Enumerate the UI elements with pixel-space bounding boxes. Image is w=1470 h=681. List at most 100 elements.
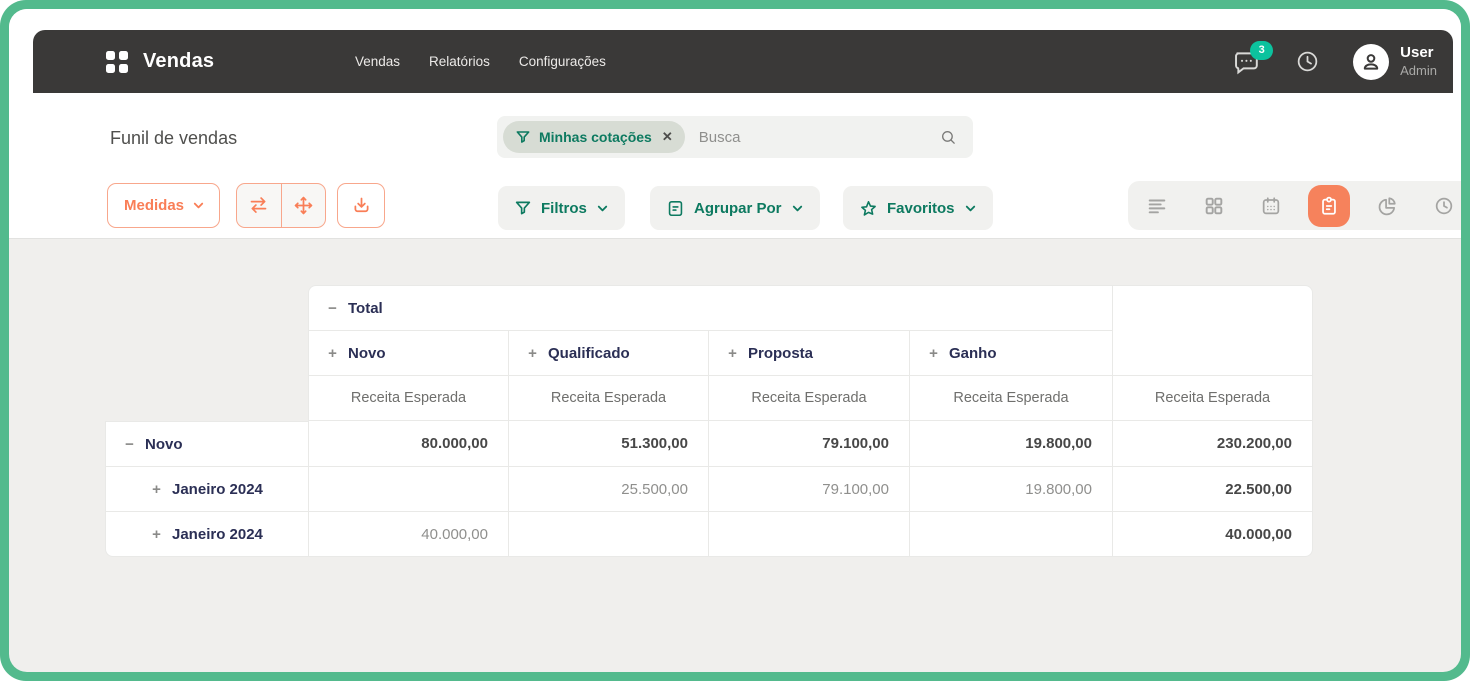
filters-button-label: Filtros [541, 200, 587, 217]
col-header-label: Novo [348, 345, 386, 362]
row-header-label: Janeiro 2024 [172, 481, 263, 498]
pivot-col-header-novo[interactable]: + Novo [308, 331, 508, 376]
pivot-view-icon [1318, 195, 1340, 217]
flip-axes-button[interactable] [237, 184, 282, 227]
measure-header: Receita Esperada [308, 376, 508, 421]
user-role: Admin [1400, 63, 1437, 79]
group-document-icon [666, 199, 685, 218]
pivot-cell: 79.100,00 [708, 421, 909, 467]
pivot-cell: 25.500,00 [508, 467, 708, 512]
search-icon[interactable] [940, 129, 957, 146]
menu-item-vendas[interactable]: Vendas [355, 54, 400, 69]
view-pivot-button[interactable] [1308, 185, 1350, 227]
user-menu[interactable]: User Admin [1353, 44, 1437, 80]
view-calendar-button[interactable] [1260, 195, 1282, 217]
pivot-row-header-janeiro-2024[interactable]: + Janeiro 2024 [105, 512, 308, 557]
measures-button[interactable]: Medidas [107, 183, 220, 228]
expand-icon: + [927, 345, 940, 362]
messages-button[interactable]: 3 [1232, 48, 1262, 76]
chevron-down-icon [791, 202, 804, 215]
app-window: Vendas Vendas Relatórios Configurações 3 [9, 9, 1461, 672]
star-icon [859, 199, 878, 218]
expand-icon: + [150, 526, 163, 543]
view-kanban-button[interactable] [1203, 195, 1225, 217]
view-list-button[interactable] [1146, 195, 1168, 217]
expand-icon: + [726, 345, 739, 362]
chevron-down-icon [964, 202, 977, 215]
collapse-icon: − [326, 300, 339, 317]
view-switcher [1128, 181, 1461, 230]
favorites-button-label: Favoritos [887, 200, 955, 217]
pivot-col-total-header[interactable]: − Total [308, 285, 1112, 331]
total-header-label: Total [348, 300, 383, 317]
avatar [1353, 44, 1389, 80]
pivot-cell: 40.000,00 [308, 512, 508, 557]
calendar-view-icon [1260, 195, 1282, 217]
pivot-flip-expand-group [236, 183, 326, 228]
pivot-cell: 22.500,00 [1112, 467, 1313, 512]
pivot-col-header-qualificado[interactable]: + Qualificado [508, 331, 708, 376]
pivot-cell [708, 512, 909, 557]
search-input[interactable] [697, 128, 940, 147]
pivot-cell [308, 467, 508, 512]
favorites-button[interactable]: Favoritos [843, 186, 993, 230]
expand-icon: + [526, 345, 539, 362]
measure-header: Receita Esperada [508, 376, 708, 421]
swap-arrows-icon [248, 195, 269, 216]
screenshot-frame: Vendas Vendas Relatórios Configurações 3 [0, 0, 1470, 681]
view-graph-button[interactable] [1376, 195, 1398, 217]
funnel-icon [515, 129, 531, 145]
measure-header: Receita Esperada [1112, 376, 1313, 421]
kanban-view-icon [1203, 195, 1225, 217]
pivot-cell [508, 512, 708, 557]
clock-icon [1433, 195, 1455, 217]
clock-icon [1295, 49, 1320, 74]
pivot-cell: 19.800,00 [909, 467, 1112, 512]
measures-button-label: Medidas [124, 197, 184, 214]
pivot-cell: 40.000,00 [1112, 512, 1313, 557]
download-icon [351, 195, 372, 216]
view-activity-button[interactable] [1433, 195, 1455, 217]
search-bar[interactable]: Minhas cotações ✕ [497, 116, 973, 158]
expand-all-button[interactable] [282, 184, 326, 227]
pivot-col-header-proposta[interactable]: + Proposta [708, 331, 909, 376]
pivot-cell [909, 512, 1112, 557]
chevron-down-icon [192, 199, 205, 212]
group-by-button[interactable]: Agrupar Por [650, 186, 820, 230]
group-by-button-label: Agrupar Por [694, 200, 782, 217]
filter-chip-label: Minhas cotações [539, 129, 652, 145]
measure-header: Receita Esperada [708, 376, 909, 421]
pivot-table: − Total + Novo + Qualificado + Proposta … [105, 285, 1313, 557]
top-navbar: Vendas Vendas Relatórios Configurações 3 [33, 30, 1453, 93]
user-name: User [1400, 44, 1437, 63]
notification-badge: 3 [1250, 41, 1273, 60]
pie-chart-icon [1376, 195, 1398, 217]
app-title: Vendas [143, 50, 214, 73]
menu-item-configuracoes[interactable]: Configurações [519, 54, 606, 69]
pivot-col-header-ganho[interactable]: + Ganho [909, 331, 1112, 376]
collapse-icon: − [123, 436, 136, 453]
col-header-label: Ganho [949, 345, 997, 362]
col-header-label: Proposta [748, 345, 813, 362]
funnel-icon [514, 199, 532, 217]
menu-item-relatorios[interactable]: Relatórios [429, 54, 490, 69]
navbar-right: 3 User Admin [1232, 44, 1437, 80]
activity-clock-button[interactable] [1295, 49, 1320, 74]
move-arrows-icon [293, 195, 314, 216]
pivot-total-column-header [1112, 285, 1313, 376]
pivot-cell: 80.000,00 [308, 421, 508, 467]
page-title: Funil de vendas [110, 128, 237, 149]
chevron-down-icon [596, 202, 609, 215]
download-xlsx-button[interactable] [337, 183, 385, 228]
pivot-row-header-janeiro-2024[interactable]: + Janeiro 2024 [105, 467, 308, 512]
filter-chip-minhas-cotacoes[interactable]: Minhas cotações ✕ [503, 121, 685, 153]
pivot-cell: 230.200,00 [1112, 421, 1313, 467]
measure-header: Receita Esperada [909, 376, 1112, 421]
filters-button[interactable]: Filtros [498, 186, 625, 230]
apps-grid-icon[interactable] [106, 51, 128, 73]
pivot-cell: 19.800,00 [909, 421, 1112, 467]
person-icon [1359, 50, 1383, 74]
pivot-cell: 79.100,00 [708, 467, 909, 512]
remove-filter-icon[interactable]: ✕ [662, 129, 673, 145]
pivot-row-header-novo[interactable]: − Novo [105, 421, 308, 467]
